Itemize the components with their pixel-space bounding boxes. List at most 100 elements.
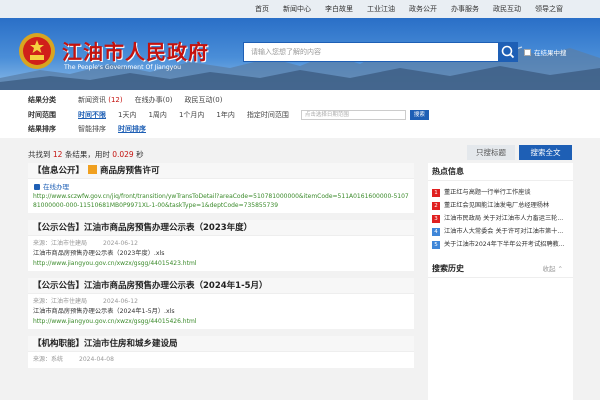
filter-row-type: 结果分类 新闻资讯 (12) 在线办事(0) 政民互动(0) (28, 94, 234, 106)
filter-type-news[interactable]: 新闻资讯 (12) (78, 95, 123, 105)
result-meta: 来源：江油市住建局 2024-06-12 (33, 297, 409, 307)
filter-panel: 结果分类 新闻资讯 (12) 在线办事(0) 政民互动(0) 时间范围 时间不限… (0, 90, 600, 138)
document-icon (88, 165, 98, 174)
chevron-up-icon: ⌃ (557, 265, 563, 273)
result-date: 2024-06-12 (103, 240, 138, 247)
hot-item[interactable]: 4 江油市人大常委会 关于许可对江油市第十... (432, 225, 569, 238)
result-url[interactable]: http://www.jiangyou.gov.cn/xwzx/gsgg/440… (33, 259, 409, 268)
rank-badge: 2 (432, 201, 440, 210)
stats-count: 12 (52, 150, 63, 159)
sidebar: 热点信息 1 董正红与高题一行举行工作座谈 2 董正红会见国能江油发电厂总经理杨林 … (428, 163, 573, 400)
filter-type-news-count: (12) (108, 96, 123, 104)
nav-item-libai[interactable]: 李白故里 (318, 0, 360, 18)
search-icon (501, 45, 515, 59)
nav-item-gov-info[interactable]: 政务公开 (402, 0, 444, 18)
search-within-checkbox[interactable] (524, 48, 531, 56)
filter-type-interaction[interactable]: 政民互动(0) (185, 95, 223, 105)
collapse-label: 收起 (542, 265, 556, 273)
filter-type-label: 结果分类 (28, 96, 56, 104)
hot-item-text: 董正红会见国能江油发电厂总经理杨林 (444, 202, 550, 209)
top-nav-items: 首页 新闻中心 李白故里 工业江油 政务公开 办事服务 政民互动 领导之窗 (248, 0, 570, 18)
search-input[interactable]: 请输入您想了解的内容 (243, 42, 498, 62)
result-date: 2024-06-12 (103, 298, 138, 305)
filter-type-online[interactable]: 在线办事(0) (135, 95, 173, 105)
result-title-text: 商品房预售许可 (100, 166, 160, 176)
hot-item[interactable]: 1 董正红与高题一行举行工作座谈 (432, 186, 569, 199)
rank-badge: 3 (432, 214, 440, 223)
result-title[interactable]: 【机构职能】江油市住房和城乡建设局 (28, 336, 414, 352)
filter-row-time: 时间范围 时间不限 1天内 1周内 1个月内 1年内 指定时间范围 点击选择日期… (28, 109, 429, 121)
filter-time-1week[interactable]: 1周内 (148, 110, 166, 120)
result-card: 【机构职能】江油市住房和城乡建设局 来源：系统 2024-04-08 (28, 336, 414, 368)
search-button[interactable] (498, 42, 518, 62)
top-nav: 首页 新闻中心 李白故里 工业江油 政务公开 办事服务 政民互动 领导之窗 (0, 0, 600, 18)
filter-type-online-count: (0) (162, 96, 173, 104)
nav-item-services[interactable]: 办事服务 (444, 0, 486, 18)
nav-item-news[interactable]: 新闻中心 (276, 0, 318, 18)
date-range-input[interactable]: 点击选择日期范围 (300, 110, 406, 120)
hot-item[interactable]: 2 董正红会见国能江油发电厂总经理杨林 (432, 199, 569, 212)
site-subtitle: The People's Government Of Jiangyou (64, 64, 182, 71)
result-title[interactable]: 【公示公告】江油市商品房预售办理公示表（2024年1-5月） (28, 278, 414, 294)
result-summary: 江油市商品房预售办理公示表（2024年1-5月）.xls (33, 308, 175, 315)
result-title[interactable]: 【公示公告】江油市商品房预售办理公示表（2023年度） (28, 220, 414, 236)
result-title-text: 江油市住房和城乡建设局 (84, 339, 178, 349)
stats-time: 0.029 (112, 150, 134, 159)
nav-item-leaders[interactable]: 领导之窗 (528, 0, 570, 18)
result-category: 【机构职能】 (33, 339, 85, 349)
filter-type-news-label: 新闻资讯 (78, 96, 106, 104)
result-title[interactable]: 【信息公开】 商品房预售许可 (28, 163, 414, 179)
page: 首页 新闻中心 李白故里 工业江油 政务公开 办事服务 政民互动 领导之窗 江油… (0, 0, 600, 400)
filter-time-1day[interactable]: 1天内 (118, 110, 136, 120)
result-body: 来源：系统 2024-04-08 (28, 352, 414, 368)
result-card: 【公示公告】江油市商品房预售办理公示表（2024年1-5月） 来源：江油市住建局… (28, 278, 414, 329)
result-source: 来源：系统 (33, 356, 64, 363)
title-only-button[interactable]: 只搜标题 (467, 145, 515, 160)
filter-sort-label: 结果排序 (28, 125, 56, 133)
filter-time-custom[interactable]: 指定时间范围 (247, 110, 289, 120)
hot-item[interactable]: 3 江油市民政局 关于对江油市人力畜运三轮... (432, 212, 569, 225)
date-search-button[interactable]: 搜索 (409, 110, 429, 120)
hot-info-list: 1 董正红与高题一行举行工作座谈 2 董正红会见国能江油发电厂总经理杨林 3 江油市民… (428, 181, 573, 254)
result-url[interactable]: http://www.sczwfw.gov.cn/jiq/front/trans… (33, 192, 409, 210)
filter-time-1month[interactable]: 1个月内 (179, 110, 204, 120)
rank-badge: 1 (432, 188, 440, 197)
filter-time-1year[interactable]: 1年内 (216, 110, 234, 120)
result-meta: 来源：江油市住建局 2024-06-12 (33, 239, 409, 249)
stats-mid: 条结果，用时 (64, 150, 110, 159)
collapse-button[interactable]: 收起 ⌃ (542, 260, 563, 278)
nav-item-interaction[interactable]: 政民互动 (486, 0, 528, 18)
hot-item-text: 董正红与高题一行举行工作座谈 (444, 189, 531, 196)
nav-item-home[interactable]: 首页 (248, 0, 276, 18)
nav-item-industry[interactable]: 工业江油 (360, 0, 402, 18)
result-category: 【信息公开】 (33, 166, 85, 176)
result-source: 来源：江油市住建局 (33, 298, 88, 305)
search-within-toggle[interactable]: 在结果中搜 (524, 47, 567, 57)
stats-prefix: 共找到 (28, 150, 51, 159)
header-banner: 江油市人民政府 The People's Government Of Jiang… (0, 18, 600, 90)
filter-row-sort: 结果排序 智能排序 时间排序 (28, 123, 158, 135)
filter-time-label: 时间范围 (28, 111, 56, 119)
hot-info-heading: 热点信息 (428, 163, 573, 181)
sort-smart[interactable]: 智能排序 (78, 124, 106, 134)
filter-time-any[interactable]: 时间不限 (78, 110, 106, 120)
search-history-title: 搜索历史 (432, 264, 464, 273)
online-handle-link[interactable]: 在线办理 (33, 182, 69, 192)
result-title-text: 江油市商品房预售办理公示表（2023年度） (84, 223, 253, 233)
hot-item-text: 关于江油市2024年下半年公开考试招聘教... (444, 241, 565, 248)
search-within-label: 在结果中搜 (534, 49, 567, 57)
result-card: 【信息公开】 商品房预售许可 在线办理 http://www.sczwfw.gov… (28, 163, 414, 213)
full-text-button[interactable]: 搜索全文 (519, 145, 572, 160)
national-emblem-icon (19, 33, 55, 69)
site-title: 江油市人民政府 (62, 40, 209, 64)
result-body: 来源：江油市住建局 2024-06-12 江油市商品房预售办理公示表（2024年1… (28, 294, 414, 329)
result-title-text: 江油市商品房预售办理公示表（2024年1-5月） (84, 281, 268, 291)
result-url[interactable]: http://www.jiangyou.gov.cn/xwzx/gsgg/440… (33, 317, 409, 326)
rank-badge: 5 (432, 240, 440, 249)
hot-item[interactable]: 5 关于江油市2024年下半年公开考试招聘教... (432, 238, 569, 251)
hot-item-text: 江油市人大常委会 关于许可对江油市第十... (444, 228, 564, 235)
result-body: 来源：江油市住建局 2024-06-12 江油市商品房预售办理公示表（2023年度… (28, 236, 414, 271)
filter-type-online-label: 在线办事 (134, 96, 163, 104)
result-meta: 来源：系统 2024-04-08 (33, 355, 409, 365)
sort-time[interactable]: 时间排序 (118, 124, 146, 134)
